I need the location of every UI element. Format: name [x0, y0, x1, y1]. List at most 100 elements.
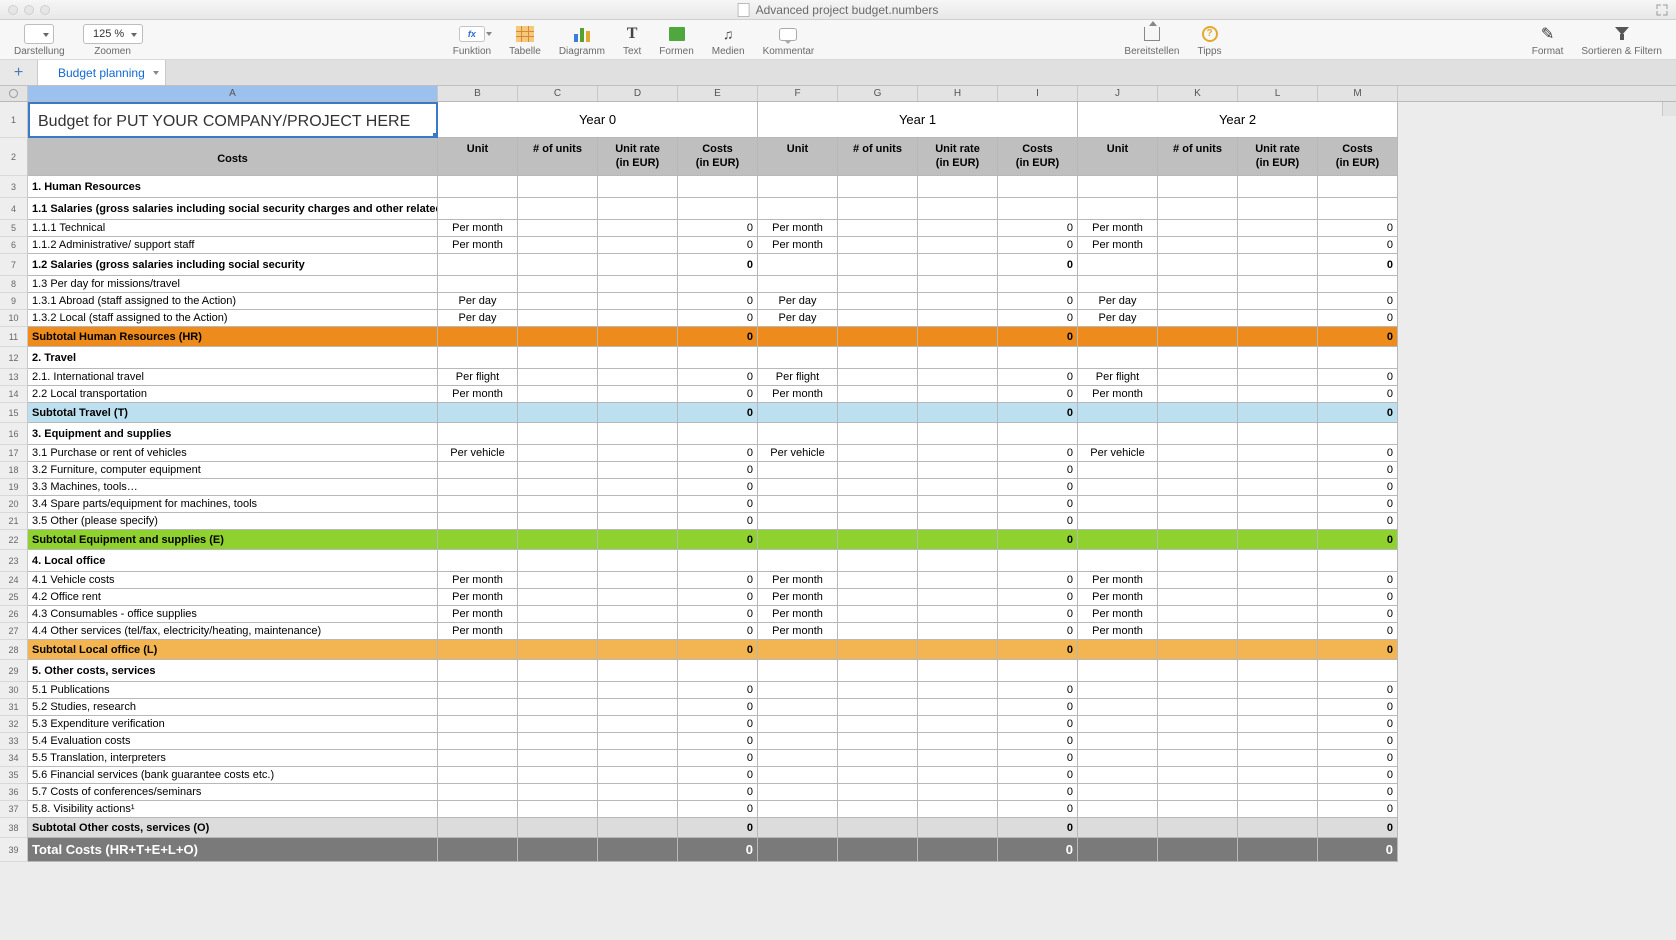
cell-nunits[interactable]	[518, 623, 598, 640]
cell-unit[interactable]	[758, 176, 838, 198]
cell-rate[interactable]	[598, 254, 678, 276]
cell-cost[interactable]	[678, 276, 758, 293]
cell-cost[interactable]	[1318, 660, 1398, 682]
expand-icon[interactable]	[1656, 4, 1668, 16]
cell-a-3[interactable]: 1. Human Resources	[28, 176, 438, 198]
cell-unit[interactable]	[1078, 347, 1158, 369]
cell-rate[interactable]	[1238, 176, 1318, 198]
column-header-K[interactable]: K	[1158, 86, 1238, 101]
cell-cost[interactable]: 0	[1318, 801, 1398, 818]
row-header-37[interactable]: 37	[0, 801, 28, 818]
cell-rate[interactable]	[1238, 347, 1318, 369]
cell-rate[interactable]	[1238, 327, 1318, 347]
year-header-0[interactable]: Year 0	[438, 102, 758, 138]
cell-nunits[interactable]	[518, 818, 598, 838]
cell-cost[interactable]: 0	[1318, 327, 1398, 347]
cell-rate[interactable]	[918, 838, 998, 862]
cell-nunits[interactable]	[1158, 276, 1238, 293]
cell-nunits[interactable]	[1158, 220, 1238, 237]
toolbar-tips[interactable]: ? Tipps	[1197, 23, 1221, 57]
cell-unit[interactable]: Per day	[758, 310, 838, 327]
cell-cost[interactable]	[678, 660, 758, 682]
row-header-14[interactable]: 14	[0, 386, 28, 403]
toolbar-zoom[interactable]: 125 % Zoomen	[83, 23, 143, 57]
cell-unit[interactable]	[438, 818, 518, 838]
cell-nunits[interactable]	[518, 347, 598, 369]
costs-eur-header[interactable]: Costs(in EUR)	[678, 138, 758, 176]
cell-unit[interactable]: Per month	[1078, 606, 1158, 623]
cell-cost[interactable]: 0	[998, 479, 1078, 496]
cell-nunits[interactable]	[518, 198, 598, 220]
cell-cost[interactable]: 0	[998, 838, 1078, 862]
cell-nunits[interactable]	[518, 513, 598, 530]
cell-rate[interactable]	[918, 369, 998, 386]
cell-nunits[interactable]	[1158, 176, 1238, 198]
cell-unit[interactable]	[1078, 733, 1158, 750]
row-header-39[interactable]: 39	[0, 838, 28, 862]
tips-icon[interactable]: ?	[1202, 26, 1218, 42]
cell-nunits[interactable]	[1158, 293, 1238, 310]
cell-rate[interactable]	[918, 606, 998, 623]
cell-nunits[interactable]	[518, 589, 598, 606]
cell-rate[interactable]	[598, 513, 678, 530]
cell-nunits[interactable]	[518, 733, 598, 750]
cell-nunits[interactable]	[838, 838, 918, 862]
row-header-8[interactable]: 8	[0, 276, 28, 293]
cell-cost[interactable]: 0	[1318, 640, 1398, 660]
cell-rate[interactable]	[1238, 606, 1318, 623]
cell-a-11[interactable]: Subtotal Human Resources (HR)	[28, 327, 438, 347]
column-header-H[interactable]: H	[918, 86, 998, 101]
cell-cost[interactable]: 0	[1318, 784, 1398, 801]
cell-nunits[interactable]	[518, 496, 598, 513]
cell-nunits[interactable]	[838, 237, 918, 254]
shape-icon[interactable]	[669, 27, 685, 41]
cell-nunits[interactable]	[838, 403, 918, 423]
cell-rate[interactable]	[598, 716, 678, 733]
cell-cost[interactable]: 0	[678, 623, 758, 640]
cell-rate[interactable]	[1238, 423, 1318, 445]
cell-unit[interactable]	[758, 660, 838, 682]
cell-cost[interactable]: 0	[998, 733, 1078, 750]
cell-nunits[interactable]	[1158, 767, 1238, 784]
cell-rate[interactable]	[598, 423, 678, 445]
cell-nunits[interactable]	[1158, 572, 1238, 589]
row-header-6[interactable]: 6	[0, 237, 28, 254]
cell-nunits[interactable]	[518, 445, 598, 462]
cell-rate[interactable]	[918, 386, 998, 403]
column-header-L[interactable]: L	[1238, 86, 1318, 101]
table-icon[interactable]	[516, 26, 534, 42]
year-header-2[interactable]: Year 2	[1078, 102, 1398, 138]
cell-rate[interactable]	[1238, 198, 1318, 220]
cell-nunits[interactable]	[1158, 513, 1238, 530]
cell-cost[interactable]	[678, 198, 758, 220]
cell-unit[interactable]	[758, 801, 838, 818]
toolbar-media[interactable]: ♫ Medien	[712, 23, 745, 57]
cell-rate[interactable]	[918, 530, 998, 550]
cell-unit[interactable]: Per month	[438, 589, 518, 606]
cell-cost[interactable]: 0	[1318, 733, 1398, 750]
cell-nunits[interactable]	[1158, 699, 1238, 716]
cell-nunits[interactable]	[518, 801, 598, 818]
cell-unit[interactable]: Per flight	[1078, 369, 1158, 386]
nunits-header[interactable]: # of units	[838, 138, 918, 176]
unit-header[interactable]: Unit	[758, 138, 838, 176]
cell-rate[interactable]	[1238, 276, 1318, 293]
cell-unit[interactable]: Per month	[1078, 572, 1158, 589]
cell-nunits[interactable]	[518, 462, 598, 479]
cell-nunits[interactable]	[518, 716, 598, 733]
cell-cost[interactable]	[1318, 276, 1398, 293]
cell-rate[interactable]	[918, 699, 998, 716]
cell-unit[interactable]	[758, 479, 838, 496]
cell-a-12[interactable]: 2. Travel	[28, 347, 438, 369]
cell-unit[interactable]	[758, 327, 838, 347]
column-header-A[interactable]: A	[28, 86, 438, 101]
cell-cost[interactable]: 0	[678, 572, 758, 589]
row-header-24[interactable]: 24	[0, 572, 28, 589]
cell-nunits[interactable]	[838, 445, 918, 462]
cell-cost[interactable]: 0	[1318, 237, 1398, 254]
cell-nunits[interactable]	[838, 550, 918, 572]
cell-cost[interactable]: 0	[998, 572, 1078, 589]
cell-nunits[interactable]	[838, 423, 918, 445]
cell-nunits[interactable]	[518, 784, 598, 801]
cell-a-5[interactable]: 1.1.1 Technical	[28, 220, 438, 237]
